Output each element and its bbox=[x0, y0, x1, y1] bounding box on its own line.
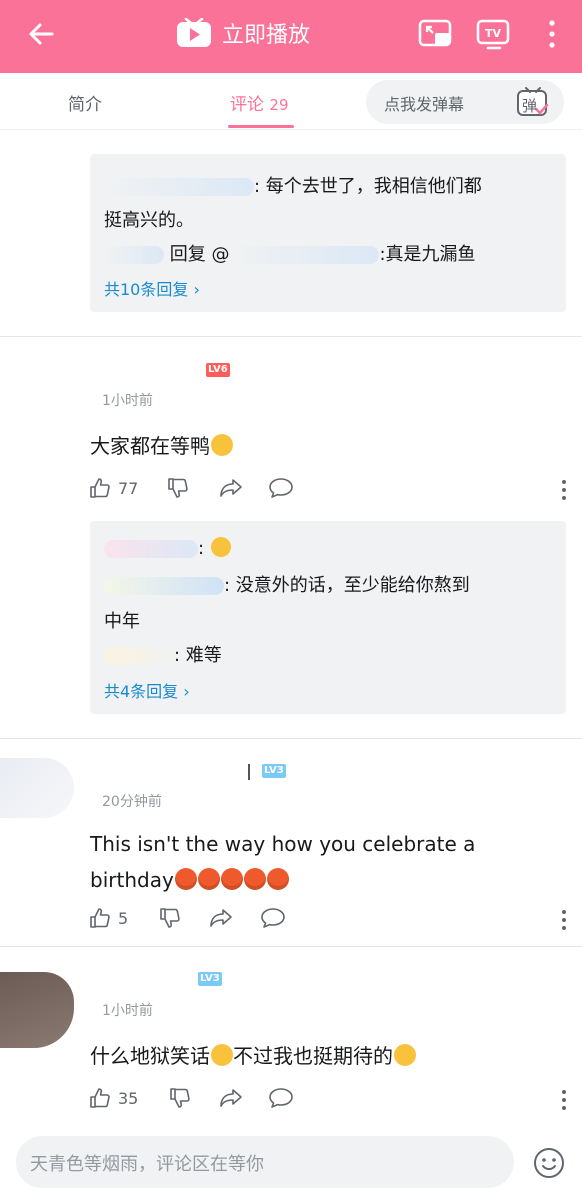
comment-text[interactable]: This isn't the way how you celebrate a b… bbox=[90, 826, 475, 898]
like-count: 5 bbox=[118, 908, 129, 928]
tv-play-icon bbox=[177, 18, 211, 47]
comment-composer: 天青色等烟雨，评论区在等你 bbox=[0, 1128, 582, 1200]
comment-text[interactable]: 大家都在等鸭 bbox=[90, 430, 233, 459]
tab-comments-count: 29 bbox=[269, 96, 289, 114]
reply-line: : 难等 bbox=[104, 641, 222, 667]
comment-time: 1小时前 bbox=[102, 393, 153, 409]
divider bbox=[0, 738, 582, 739]
level-badge: LV3 bbox=[198, 972, 222, 986]
like-button[interactable]: 5 bbox=[88, 906, 128, 930]
angry-face-emoji-icon bbox=[266, 868, 289, 890]
level-badge: LV3 bbox=[262, 764, 286, 778]
dislike-button[interactable] bbox=[158, 906, 182, 930]
angry-face-emoji-icon bbox=[174, 868, 197, 890]
danmaku-placeholder: 点我发弹幕 bbox=[384, 95, 465, 114]
chevron-right-icon: › bbox=[183, 682, 190, 701]
more-vertical-icon[interactable] bbox=[560, 908, 568, 932]
play-now-button[interactable]: 立即播放 bbox=[176, 17, 310, 49]
thumbs-up-icon bbox=[90, 908, 110, 928]
avatar[interactable] bbox=[0, 758, 74, 818]
share-icon bbox=[220, 479, 242, 497]
blurred-username bbox=[104, 178, 254, 196]
share-button[interactable] bbox=[218, 476, 244, 500]
danmaku-icon-glyph: 弹 bbox=[522, 97, 538, 115]
thumbs-up-icon bbox=[90, 1088, 110, 1108]
danmaku-toggle-icon[interactable]: 弹 bbox=[516, 85, 550, 119]
tv-cast-icon[interactable]: TV bbox=[476, 18, 512, 50]
comment-bubble-icon bbox=[269, 1088, 293, 1108]
drooling-face-emoji-icon bbox=[394, 1044, 416, 1066]
reply-line: 回复 @:真是九漏鱼 bbox=[104, 240, 476, 266]
reply-line: 中年 bbox=[104, 611, 140, 632]
comment-input[interactable]: 天青色等烟雨，评论区在等你 bbox=[16, 1136, 514, 1188]
like-button[interactable]: 35 bbox=[88, 1086, 138, 1110]
comment-input-placeholder: 天青色等烟雨，评论区在等你 bbox=[30, 1154, 264, 1175]
comment-actions: 77 bbox=[88, 476, 568, 506]
shocked-face-emoji-icon bbox=[211, 434, 233, 456]
comment-bubble-icon bbox=[261, 908, 285, 928]
share-button[interactable] bbox=[218, 1086, 244, 1110]
more-replies-link[interactable]: 共4条回复 › bbox=[104, 678, 190, 702]
thumbs-down-icon bbox=[170, 1088, 190, 1108]
tab-underline bbox=[228, 125, 294, 128]
tears-of-joy-emoji-icon bbox=[211, 1044, 233, 1066]
dislike-button[interactable] bbox=[168, 1086, 192, 1110]
tab-comments-label: 评论 bbox=[230, 95, 264, 115]
reply-button[interactable] bbox=[268, 476, 294, 500]
chevron-right-icon: › bbox=[193, 280, 200, 299]
reply-box[interactable]: : : 没意外的话，至少能给你熬到 中年 : 难等 共4条回复 › bbox=[90, 521, 566, 714]
reply-line: : bbox=[104, 537, 231, 559]
comment-actions: 5 bbox=[88, 906, 568, 936]
reply-button[interactable] bbox=[268, 1086, 294, 1110]
comment-text[interactable]: 什么地狱笑话 不过我也挺期待的 bbox=[90, 1040, 416, 1069]
back-arrow-icon[interactable] bbox=[26, 18, 58, 50]
svg-text:TV: TV bbox=[485, 27, 502, 40]
picture-in-picture-icon[interactable] bbox=[418, 18, 454, 50]
more-replies-link[interactable]: 共10条回复 › bbox=[104, 276, 200, 300]
reply-line: : 没意外的话，至少能给你熬到 bbox=[104, 571, 470, 597]
avatar[interactable] bbox=[0, 972, 74, 1048]
emoji-picker-icon[interactable] bbox=[532, 1146, 566, 1180]
play-now-label: 立即播放 bbox=[222, 23, 311, 48]
username-fragment bbox=[248, 764, 250, 780]
blurred-username bbox=[104, 647, 174, 665]
thumbs-down-icon bbox=[168, 478, 188, 498]
divider bbox=[0, 336, 582, 337]
divider bbox=[0, 946, 582, 947]
share-icon bbox=[220, 1089, 242, 1107]
reply-line: 挺高兴的。 bbox=[104, 210, 194, 231]
danmaku-input[interactable]: 点我发弹幕 弹 bbox=[366, 80, 564, 124]
fearful-face-emoji-icon bbox=[210, 537, 231, 557]
like-button[interactable]: 77 bbox=[88, 476, 138, 500]
tab-intro[interactable]: 简介 bbox=[68, 90, 102, 115]
angry-face-emoji-icon bbox=[197, 868, 220, 890]
like-count: 77 bbox=[118, 478, 139, 498]
more-vertical-icon[interactable] bbox=[560, 1088, 568, 1112]
comment-time: 20分钟前 bbox=[102, 794, 162, 810]
top-bar: 立即播放 TV bbox=[0, 0, 582, 73]
thumbs-up-icon bbox=[90, 478, 110, 498]
reply-button[interactable] bbox=[260, 906, 286, 930]
tab-comments[interactable]: 评论 29 bbox=[230, 90, 289, 115]
reply-box[interactable]: : 每个去世了，我相信他们都 挺高兴的。 回复 @:真是九漏鱼 共10条回复 › bbox=[90, 154, 566, 312]
blurred-username bbox=[104, 540, 198, 558]
dislike-button[interactable] bbox=[166, 476, 190, 500]
comment-actions: 35 bbox=[88, 1086, 568, 1116]
blurred-username bbox=[104, 246, 164, 264]
more-vertical-icon[interactable] bbox=[546, 18, 558, 50]
angry-face-emoji-icon bbox=[243, 868, 266, 890]
blurred-username bbox=[229, 246, 380, 264]
angry-face-emoji-icon bbox=[220, 868, 243, 890]
comment-time: 1小时前 bbox=[102, 1003, 153, 1019]
level-badge: LV6 bbox=[206, 363, 230, 377]
comment-bubble-icon bbox=[269, 478, 293, 498]
more-vertical-icon[interactable] bbox=[560, 478, 568, 502]
share-icon bbox=[210, 909, 232, 927]
share-button[interactable] bbox=[208, 906, 234, 930]
blurred-username bbox=[104, 577, 224, 595]
thumbs-down-icon bbox=[160, 908, 180, 928]
like-count: 35 bbox=[118, 1088, 139, 1108]
reply-line: : 每个去世了，我相信他们都 bbox=[104, 172, 482, 198]
